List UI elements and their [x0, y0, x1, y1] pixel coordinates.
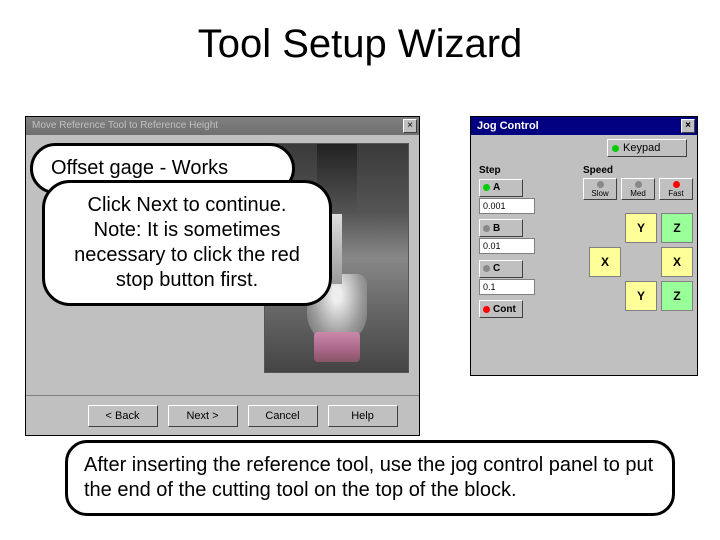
jog-arrows: Y Z X X Y Z [589, 213, 693, 345]
speed-med-button[interactable]: Med [621, 178, 655, 200]
keypad-button[interactable]: Keypad [607, 139, 687, 157]
jog-y-down-button[interactable]: Y [625, 281, 657, 311]
step-section-label: Step [479, 165, 579, 176]
jog-z-up-button[interactable]: Z [661, 213, 693, 243]
step-b-indicator-icon [483, 225, 490, 232]
wizard-titlebar: Move Reference Tool to Reference Height … [26, 117, 419, 135]
jog-body: Keypad Step A 0.001 B 0.01 C 0.1 Cont Sp… [471, 135, 697, 147]
back-button[interactable]: < Back [88, 405, 158, 427]
jog-x-right-button[interactable]: X [661, 247, 693, 277]
wizard-close-button[interactable]: × [403, 119, 417, 133]
speed-slow-button[interactable]: Slow [583, 178, 617, 200]
speed-section: Speed Slow Med Fast [583, 165, 693, 200]
jog-title-text: Jog Control [477, 120, 539, 132]
step-b-value: 0.01 [479, 238, 535, 254]
cancel-button[interactable]: Cancel [248, 405, 318, 427]
step-cont-indicator-icon [483, 306, 490, 313]
wizard-button-row: < Back Next > Cancel Help [26, 395, 419, 435]
next-button[interactable]: Next > [168, 405, 238, 427]
keypad-indicator-icon [612, 145, 619, 152]
jog-control-panel: Jog Control × Keypad Step A 0.001 B 0.01… [470, 116, 698, 376]
step-c-indicator-icon [483, 265, 490, 272]
step-cont-button[interactable]: Cont [479, 300, 523, 318]
slow-indicator-icon [597, 181, 604, 188]
step-a-button[interactable]: A [479, 179, 523, 197]
jog-close-button[interactable]: × [681, 119, 695, 133]
step-b-button[interactable]: B [479, 219, 523, 237]
med-indicator-icon [635, 181, 642, 188]
fast-indicator-icon [673, 181, 680, 188]
jog-y-up-button[interactable]: Y [625, 213, 657, 243]
help-button[interactable]: Help [328, 405, 398, 427]
jog-titlebar: Jog Control × [471, 117, 697, 135]
callout-click-next: Click Next to continue. Note: It is some… [42, 180, 332, 306]
speed-section-label: Speed [583, 165, 693, 176]
page-title: Tool Setup Wizard [0, 22, 720, 67]
keypad-label: Keypad [623, 142, 660, 154]
step-section: Step A 0.001 B 0.01 C 0.1 Cont [479, 165, 579, 321]
jog-x-left-button[interactable]: X [589, 247, 621, 277]
jog-z-down-button[interactable]: Z [661, 281, 693, 311]
step-a-indicator-icon [483, 184, 490, 191]
wizard-title-text: Move Reference Tool to Reference Height [32, 120, 218, 131]
speed-fast-button[interactable]: Fast [659, 178, 693, 200]
callout-after-insert: After inserting the reference tool, use … [65, 440, 675, 516]
step-a-value: 0.001 [479, 198, 535, 214]
step-c-value: 0.1 [479, 279, 535, 295]
step-c-button[interactable]: C [479, 260, 523, 278]
